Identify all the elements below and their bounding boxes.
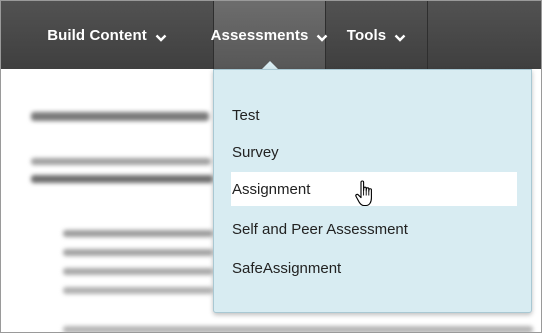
build-content-label: Build Content bbox=[47, 26, 147, 44]
assessments-menu-button[interactable]: Assessments bbox=[210, 1, 328, 70]
menu-item-survey[interactable]: Survey bbox=[232, 135, 279, 169]
blurred-text-line bbox=[31, 158, 211, 165]
menu-item-label: Survey bbox=[232, 143, 279, 161]
blurred-text-line bbox=[31, 175, 213, 183]
blurred-list-item bbox=[63, 287, 213, 294]
menu-item-test[interactable]: Test bbox=[232, 98, 260, 132]
assessments-dropdown-menu: Test Survey Assignment Self and Peer Ass… bbox=[213, 69, 532, 313]
build-content-menu-button[interactable]: Build Content bbox=[1, 1, 213, 69]
menu-item-self-and-peer-assessment[interactable]: Self and Peer Assessment bbox=[232, 212, 408, 246]
chevron-down-icon bbox=[394, 30, 406, 42]
blurred-list-item bbox=[63, 326, 533, 332]
menu-item-label: Test bbox=[232, 106, 260, 124]
chevron-down-icon bbox=[155, 30, 167, 42]
menu-item-label: Assignment bbox=[232, 180, 311, 198]
blurred-heading bbox=[31, 112, 209, 121]
menu-item-safeassignment[interactable]: SafeAssignment bbox=[232, 251, 341, 285]
blurred-list-item bbox=[63, 268, 213, 275]
screenshot-frame: Build Content Assessments Tools Test Sur… bbox=[0, 0, 542, 333]
menu-item-label: SafeAssignment bbox=[232, 259, 342, 277]
tools-menu-button[interactable]: Tools bbox=[326, 1, 428, 69]
hand-pointer-cursor-icon bbox=[354, 179, 378, 209]
tools-label: Tools bbox=[346, 26, 387, 44]
blurred-list-item bbox=[63, 230, 213, 237]
content-toolbar: Build Content Assessments Tools bbox=[1, 1, 541, 70]
menu-item-label: Self and Peer Assessment bbox=[232, 220, 408, 238]
assessments-label: Assessments bbox=[210, 26, 309, 44]
blurred-list-item bbox=[63, 249, 213, 256]
